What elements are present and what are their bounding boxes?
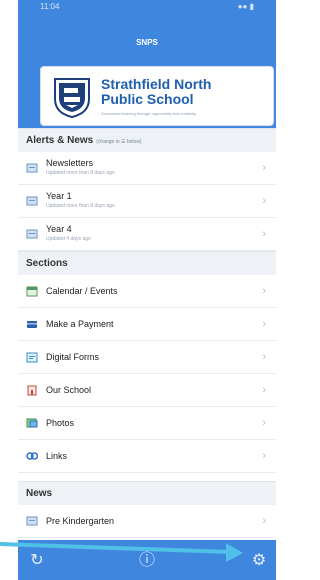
chevron-right-icon: ›	[262, 417, 266, 429]
sections-section-header: Sections	[18, 251, 276, 275]
list-item-title: Year 1	[46, 191, 72, 201]
app-title: SNPS	[136, 38, 158, 47]
list-item-year1[interactable]: Year 1 Updated more than 8 days ago ›	[18, 185, 276, 218]
chevron-right-icon: ›	[262, 228, 266, 240]
list-item-subtitle: Updated more than 8 days ago	[46, 170, 115, 176]
main-list: Alerts & News (change in ☰ below) Newslet…	[18, 128, 276, 540]
list-item-title: Digital Forms	[46, 352, 100, 362]
newsletter-icon	[26, 229, 38, 239]
list-item-digital-forms[interactable]: Digital Forms ›	[18, 341, 276, 374]
list-item-subtitle: Updated 4 days ago	[46, 236, 91, 242]
chevron-right-icon: ›	[262, 318, 266, 330]
chevron-right-icon: ›	[262, 162, 266, 174]
photos-icon	[26, 418, 38, 428]
payment-icon	[27, 321, 37, 328]
school-name-line1: Strathfield North	[101, 76, 212, 92]
list-item-links[interactable]: Links ›	[18, 440, 276, 473]
chevron-right-icon: ›	[262, 450, 266, 462]
list-item-calendar[interactable]: Calendar / Events ›	[18, 275, 276, 308]
status-bar: 11:04 ●● ▮	[18, 2, 276, 14]
list-item-payment[interactable]: Make a Payment ›	[18, 308, 276, 341]
newsletter-icon	[26, 196, 38, 206]
list-item-title: Pre Kindergarten	[46, 516, 115, 526]
sections-header-label: Sections	[26, 258, 68, 269]
list-item-title: Newsletters	[46, 158, 94, 168]
alerts-section-header: Alerts & News (change in ☰ below)	[18, 128, 276, 152]
list-item-year4[interactable]: Year 4 Updated 4 days ago ›	[18, 218, 276, 251]
status-time: 11:04	[40, 2, 60, 11]
alerts-header-hint: (change in ☰ below)	[96, 139, 142, 145]
chevron-right-icon: ›	[262, 195, 266, 207]
school-icon	[27, 385, 37, 396]
school-banner: Strathfield North Public School Successf…	[40, 66, 274, 126]
status-indicators: ●● ▮	[237, 2, 254, 11]
list-item-title: Year 4	[46, 224, 72, 234]
news-header-label: News	[26, 488, 53, 499]
list-item-title: Links	[46, 451, 68, 461]
chevron-right-icon: ›	[262, 384, 266, 396]
list-item-title: Calendar / Events	[46, 286, 118, 296]
newsletter-icon	[26, 163, 38, 173]
list-item-title: Photos	[46, 418, 75, 428]
list-item-our-school[interactable]: Our School ›	[18, 374, 276, 407]
chevron-right-icon: ›	[262, 515, 266, 527]
news-section-header: News	[18, 481, 276, 505]
newsletter-icon	[26, 516, 38, 526]
info-icon[interactable]: ⓘ	[136, 550, 158, 572]
list-item-photos[interactable]: Photos ›	[18, 407, 276, 440]
settings-icon[interactable]: ⚙	[248, 550, 270, 572]
forms-icon	[26, 352, 38, 363]
list-item-newsletters[interactable]: Newsletters Updated more than 8 days ago…	[18, 152, 276, 185]
list-item-title: Make a Payment	[46, 319, 114, 329]
school-name: Strathfield North Public School	[101, 77, 271, 107]
list-item-pre-kindergarten[interactable]: Pre Kindergarten ›	[18, 505, 276, 538]
calendar-icon	[26, 286, 38, 297]
school-motto: Successful learning through opportunity …	[101, 111, 196, 116]
links-icon	[26, 452, 38, 460]
refresh-icon[interactable]: ↻	[26, 550, 48, 572]
school-name-line2: Public School	[101, 91, 194, 107]
bottom-tab-bar: ↻ ⓘ ⚙	[18, 540, 276, 580]
chevron-right-icon: ›	[262, 351, 266, 363]
app-header: 11:04 ●● ▮ SNPS Strathfield North Public…	[18, 0, 276, 128]
alerts-header-label: Alerts & News	[26, 135, 94, 146]
list-item-subtitle: Updated more than 8 days ago	[46, 203, 115, 209]
chevron-right-icon: ›	[262, 285, 266, 297]
school-crest-icon	[54, 78, 90, 119]
list-item-title: Our School	[46, 385, 92, 395]
